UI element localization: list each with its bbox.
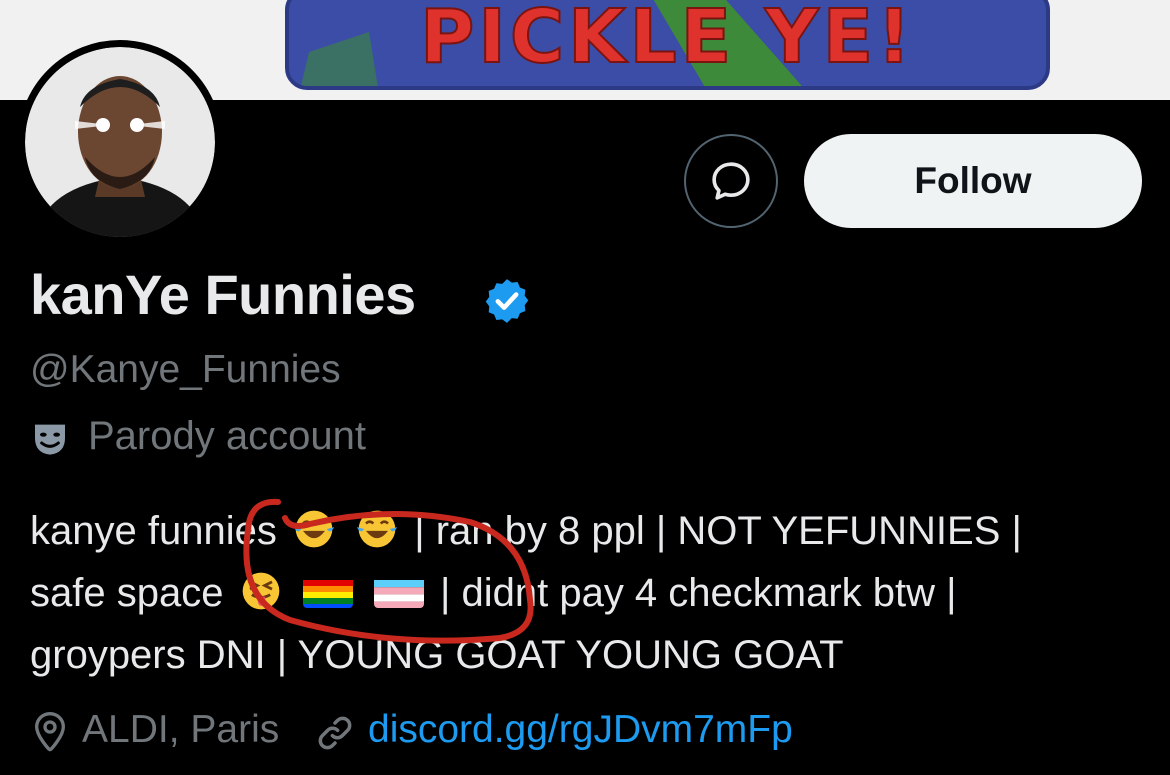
bio-text: | didnt pay 4 checkmark btw | <box>439 571 957 615</box>
bio-line: kanye funnies | ran by 8 ppl | NOT YEFUN… <box>30 500 1150 562</box>
message-bubble-icon <box>712 162 750 200</box>
username-handle: @Kanye_Funnies <box>30 348 341 391</box>
follow-button[interactable]: Follow <box>804 134 1142 228</box>
avatar[interactable] <box>18 40 222 244</box>
bio-line: safe space | didnt pay 4 checkmark btw | <box>30 562 1150 624</box>
location-text: ALDI, Paris <box>82 708 280 751</box>
banner-image: PICKLE YE! <box>285 0 1050 90</box>
website-link[interactable]: discord.gg/rgJDvm7mFp <box>368 708 793 752</box>
bio-text: groypers DNI | YOUNG GOAT YOUNG GOAT <box>30 633 844 677</box>
bio-text: | ran by 8 ppl | NOT YEFUNNIES | <box>414 509 1022 553</box>
display-name: kanYe Funnies <box>30 263 416 326</box>
theater-mask-icon <box>35 424 65 455</box>
bio-text: safe space <box>30 571 224 615</box>
squinting-tongue-emoji-icon <box>242 572 279 610</box>
bio-text: kanye funnies <box>30 509 277 553</box>
transgender-flag-icon <box>373 572 424 608</box>
message-button[interactable] <box>684 134 778 228</box>
parody-account-label: Parody account <box>88 414 366 458</box>
location-pin-icon <box>34 711 66 752</box>
bio-line: groypers DNI | YOUNG GOAT YOUNG GOAT <box>30 624 1150 686</box>
banner-title: PICKLE YE! <box>419 0 915 81</box>
rainbow-flag-icon <box>302 572 353 608</box>
laughing-tears-emoji-icon <box>356 510 398 548</box>
laughing-tears-emoji-icon <box>293 510 335 548</box>
verified-badge-icon[interactable] <box>482 276 532 326</box>
link-chain-icon <box>318 716 352 750</box>
profile-bio: kanye funnies | ran by 8 ppl | NOT YEFUN… <box>30 500 1150 686</box>
